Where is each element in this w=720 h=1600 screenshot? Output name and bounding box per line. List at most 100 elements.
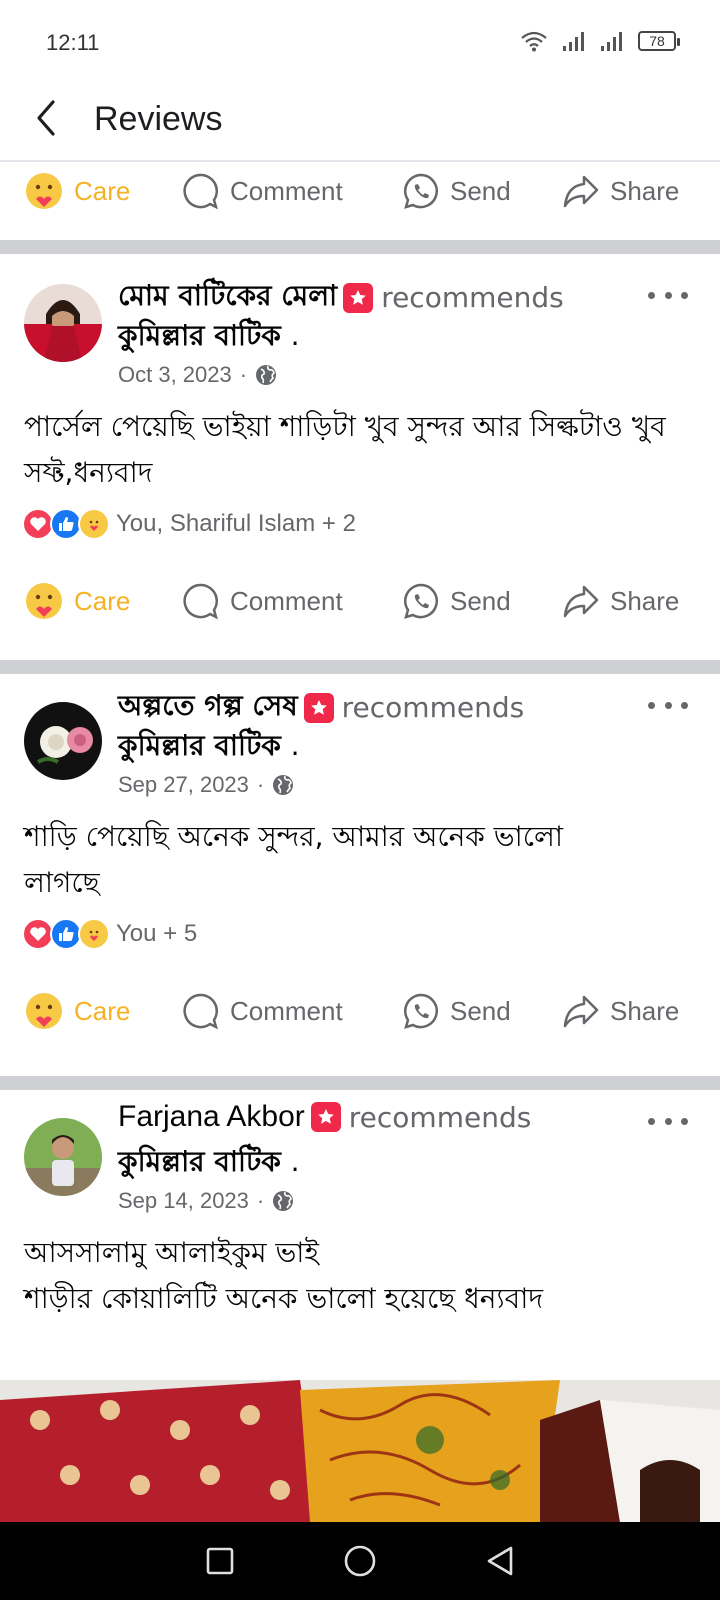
page-name-line: কুমিল্লার বাটিক . <box>118 1140 300 1187</box>
share-button[interactable]: Share <box>562 172 679 210</box>
post-action-bar: Care Comment Send Share <box>0 156 720 226</box>
status-icons: 78 <box>520 30 680 52</box>
recommend-badge-icon <box>310 1102 341 1132</box>
care-label: Care <box>74 585 131 616</box>
page-name-line: কুমিল্লার বাটিক . <box>118 724 300 771</box>
app-header: Reviews <box>0 80 720 162</box>
post-action-bar: Care Comment Send Share <box>0 566 720 636</box>
post-header-line: Farjana Akbor recommends <box>118 1100 531 1134</box>
page-suffix: . <box>290 319 300 352</box>
recommends-label: recommends <box>341 691 525 724</box>
post-date-line: Sep 14, 2023 · <box>118 1188 294 1214</box>
reaction-summary[interactable]: You + 5 <box>22 918 197 950</box>
comment-label: Comment <box>230 175 343 206</box>
care-button[interactable]: Care <box>24 581 130 621</box>
post-date-line: Sep 27, 2023 · <box>118 772 294 798</box>
recommend-badge-icon <box>343 282 374 313</box>
page-title: Reviews <box>94 100 223 138</box>
globe-icon <box>273 1191 294 1211</box>
recommends-label: recommends <box>348 1100 532 1134</box>
comment-button[interactable]: Comment <box>182 172 343 210</box>
messenger-send-icon <box>403 993 438 1029</box>
system-navigation-bar <box>0 1522 720 1600</box>
send-label: Send <box>450 585 511 616</box>
circle-icon <box>344 1545 376 1577</box>
share-icon <box>563 995 599 1028</box>
reaction-summary[interactable]: You, Shariful Islam + 2 <box>22 508 356 540</box>
care-reaction-icon <box>78 918 110 950</box>
square-icon <box>206 1547 234 1575</box>
section-divider <box>0 240 720 254</box>
signal-icon <box>563 32 584 51</box>
more-options-button[interactable] <box>648 690 688 720</box>
send-label: Send <box>450 995 511 1026</box>
post-date[interactable]: Oct 3, 2023 <box>118 362 232 388</box>
author-name[interactable]: Farjana Akbor <box>118 1100 305 1134</box>
review-text: পার্সেল পেয়েছি ভাইয়া শাড়িটা খুব সুন্দ… <box>24 410 666 489</box>
comment-label: Comment <box>230 995 343 1026</box>
post-action-bar: Care Comment Send Share <box>0 976 720 1046</box>
reaction-icons <box>22 508 110 540</box>
status-bar: 12:11 78 <box>0 0 720 80</box>
review-text: আসসালামু আলাইকুম ভাই শাড়ীর কোয়ালিটি অন… <box>24 1230 704 1322</box>
avatar[interactable] <box>24 702 102 780</box>
comment-button[interactable]: Comment <box>182 582 343 620</box>
review-text: শাড়ি পেয়েছি অনেক সুন্দর, আমার অনেক ভাল… <box>24 820 563 899</box>
page-name[interactable]: কুমিল্লার বাটিক <box>118 319 281 352</box>
share-icon <box>563 175 599 208</box>
share-button[interactable]: Share <box>562 582 679 620</box>
send-button[interactable]: Send <box>402 582 511 620</box>
separator-dot: · <box>256 772 265 797</box>
send-button[interactable]: Send <box>402 992 511 1030</box>
post-date[interactable]: Sep 14, 2023 <box>118 1188 249 1214</box>
send-button[interactable]: Send <box>402 172 511 210</box>
care-label: Care <box>74 995 131 1026</box>
review-photo[interactable] <box>0 1380 720 1522</box>
section-divider <box>0 660 720 674</box>
section-divider <box>0 1076 720 1090</box>
review-text-line: শাড়ীর কোয়ালিটি অনেক ভালো হয়েছে ধন্যবা… <box>24 1282 544 1315</box>
page-suffix: . <box>290 1145 300 1178</box>
care-button[interactable]: Care <box>24 991 130 1031</box>
back-arrow-icon <box>37 100 55 136</box>
comment-icon <box>183 993 219 1030</box>
care-button[interactable]: Care <box>24 171 130 211</box>
share-icon <box>563 585 599 618</box>
home-button[interactable] <box>330 1531 390 1591</box>
comment-button[interactable]: Comment <box>182 992 343 1030</box>
separator-dot: · <box>256 1188 265 1213</box>
page-suffix: . <box>290 729 300 762</box>
separator-dot: · <box>239 362 248 387</box>
avatar[interactable] <box>24 284 102 362</box>
comment-icon <box>183 583 219 620</box>
care-label: Care <box>74 175 131 206</box>
send-label: Send <box>450 175 511 206</box>
recents-button[interactable] <box>190 1531 250 1591</box>
more-options-button[interactable] <box>648 1106 688 1136</box>
care-icon <box>26 173 62 209</box>
reaction-text: You + 5 <box>116 920 198 947</box>
messenger-send-icon <box>403 173 438 209</box>
post-date[interactable]: Sep 27, 2023 <box>118 772 249 798</box>
review-text-line: আসসালামু আলাইকুম ভাই <box>24 1236 319 1269</box>
share-label: Share <box>610 585 680 616</box>
post-date-line: Oct 3, 2023 · <box>118 362 277 388</box>
recommend-badge-icon <box>303 692 334 723</box>
system-back-button[interactable] <box>470 1531 530 1591</box>
care-icon <box>26 583 62 619</box>
care-icon <box>26 993 62 1029</box>
globe-icon <box>256 365 277 385</box>
back-button[interactable] <box>24 96 68 140</box>
page-name[interactable]: কুমিল্লার বাটিক <box>118 729 281 762</box>
recommends-label: recommends <box>381 281 564 314</box>
reaction-icons <box>22 918 110 950</box>
wifi-icon <box>521 31 547 52</box>
share-label: Share <box>610 995 680 1026</box>
avatar[interactable] <box>24 1118 102 1196</box>
page-name[interactable]: কুমিল্লার বাটিক <box>118 1145 281 1178</box>
more-options-button[interactable] <box>648 280 688 310</box>
messenger-send-icon <box>403 583 438 619</box>
triangle-back-icon <box>487 1546 513 1576</box>
share-button[interactable]: Share <box>562 992 679 1030</box>
reaction-text: You, Shariful Islam + 2 <box>116 510 356 537</box>
